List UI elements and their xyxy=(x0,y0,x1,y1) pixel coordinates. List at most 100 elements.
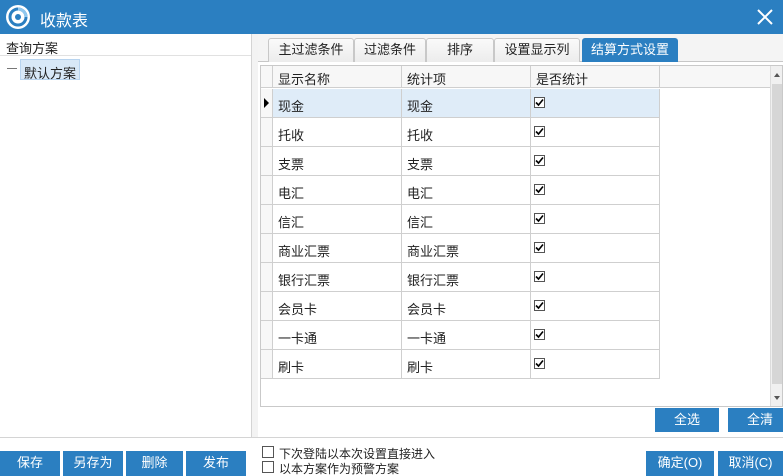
tree-item-default-scheme[interactable]: 默认方案 xyxy=(20,59,81,81)
row-indicator-cell[interactable] xyxy=(261,118,273,147)
grid-vertical-scrollbar[interactable] xyxy=(770,66,782,406)
include-checkbox[interactable] xyxy=(534,97,545,108)
cell-stat-item[interactable]: 信汇 xyxy=(402,205,531,234)
checkmark-icon xyxy=(535,98,544,107)
checkmark-icon xyxy=(535,185,544,194)
include-checkbox[interactable] xyxy=(534,242,545,253)
row-indicator-cell[interactable] xyxy=(261,89,273,118)
cell-include[interactable] xyxy=(531,176,660,205)
include-checkbox[interactable] xyxy=(534,126,545,137)
option-alert-scheme-checkbox[interactable] xyxy=(262,461,274,473)
checkmark-icon xyxy=(535,156,544,165)
checkmark-icon xyxy=(535,301,544,310)
include-checkbox[interactable] xyxy=(534,329,545,340)
tab-main-filter[interactable]: 主过滤条件 xyxy=(268,38,354,62)
include-checkbox[interactable] xyxy=(534,155,545,166)
scroll-up-arrow-icon[interactable] xyxy=(774,73,780,77)
table-row[interactable]: 会员卡 会员卡 xyxy=(261,292,661,321)
title-bar[interactable]: 收款表 xyxy=(0,0,783,34)
option-alert-scheme-label: 以本方案作为预警方案 xyxy=(279,462,400,476)
tab-settlement-method[interactable]: 结算方式设置 xyxy=(582,38,678,62)
settings-panel: 主过滤条件 过滤条件 排序 设置显示列 结算方式设置 显示名称 统计项 是否统计… xyxy=(258,34,783,437)
row-indicator-cell[interactable] xyxy=(261,350,273,379)
cell-stat-item[interactable]: 一卡通 xyxy=(402,321,531,350)
option-auto-enter-checkbox[interactable] xyxy=(262,446,274,458)
tab-filter[interactable]: 过滤条件 xyxy=(354,38,426,62)
cell-stat-item[interactable]: 电汇 xyxy=(402,176,531,205)
cell-display-name[interactable]: 支票 xyxy=(273,147,402,176)
table-row[interactable]: 信汇 信汇 xyxy=(261,205,661,234)
table-row[interactable]: 刷卡 刷卡 xyxy=(261,350,661,379)
select-all-button[interactable]: 全选 xyxy=(655,408,719,432)
save-as-button[interactable]: 另存为 xyxy=(63,451,123,476)
cell-display-name[interactable]: 银行汇票 xyxy=(273,263,402,292)
cell-stat-item[interactable]: 商业汇票 xyxy=(402,234,531,263)
table-row[interactable]: 商业汇票 商业汇票 xyxy=(261,234,661,263)
cell-display-name[interactable]: 托收 xyxy=(273,118,402,147)
cell-display-name[interactable]: 商业汇票 xyxy=(273,234,402,263)
cell-display-name[interactable]: 现金 xyxy=(273,89,402,118)
cell-stat-item[interactable]: 现金 xyxy=(402,89,531,118)
cell-include[interactable] xyxy=(531,205,660,234)
cell-display-name[interactable]: 刷卡 xyxy=(273,350,402,379)
clear-all-button[interactable]: 全清 xyxy=(728,408,783,432)
include-checkbox[interactable] xyxy=(534,300,545,311)
cell-display-name[interactable]: 一卡通 xyxy=(273,321,402,350)
row-indicator-cell[interactable] xyxy=(261,292,273,321)
cell-display-name[interactable]: 电汇 xyxy=(273,176,402,205)
tab-display-columns[interactable]: 设置显示列 xyxy=(494,38,580,62)
cell-include[interactable] xyxy=(531,118,660,147)
scroll-down-arrow-icon[interactable] xyxy=(774,396,780,400)
cell-display-name[interactable]: 会员卡 xyxy=(273,292,402,321)
cell-stat-item[interactable]: 银行汇票 xyxy=(402,263,531,292)
include-checkbox[interactable] xyxy=(534,271,545,282)
cell-include[interactable] xyxy=(531,89,660,118)
row-indicator-cell[interactable] xyxy=(261,321,273,350)
cell-stat-item[interactable]: 托收 xyxy=(402,118,531,147)
table-row[interactable]: 现金 现金 xyxy=(261,89,661,118)
table-row[interactable]: 支票 支票 xyxy=(261,147,661,176)
dialog-window: 收款表 查询方案 默认方案 主过滤条件 过滤条件 排序 设置显示列 结算方式设置… xyxy=(0,0,783,476)
row-indicator-cell[interactable] xyxy=(261,234,273,263)
scroll-thumb[interactable] xyxy=(772,84,782,384)
cell-include[interactable] xyxy=(531,147,660,176)
cell-stat-item[interactable]: 支票 xyxy=(402,147,531,176)
cell-include[interactable] xyxy=(531,292,660,321)
publish-button[interactable]: 发布 xyxy=(186,451,246,476)
cell-include[interactable] xyxy=(531,350,660,379)
ok-button[interactable]: 确定(O) xyxy=(646,451,714,476)
include-checkbox[interactable] xyxy=(534,358,545,369)
close-icon[interactable] xyxy=(751,3,779,31)
checkmark-icon xyxy=(535,359,544,368)
current-row-arrow-icon xyxy=(264,98,269,108)
tree-connector xyxy=(7,68,17,69)
cell-stat-item[interactable]: 刷卡 xyxy=(402,350,531,379)
cell-include[interactable] xyxy=(531,263,660,292)
tab-sort[interactable]: 排序 xyxy=(426,38,494,62)
close-button[interactable] xyxy=(751,3,779,31)
table-row[interactable]: 托收 托收 xyxy=(261,118,661,147)
column-header-include[interactable]: 是否统计 xyxy=(531,66,660,88)
cell-include[interactable] xyxy=(531,321,660,350)
row-indicator-cell[interactable] xyxy=(261,176,273,205)
cell-stat-item[interactable]: 会员卡 xyxy=(402,292,531,321)
row-indicator-cell[interactable] xyxy=(261,263,273,292)
row-indicator-cell[interactable] xyxy=(261,205,273,234)
column-header-stat-item[interactable]: 统计项 xyxy=(402,66,531,88)
include-checkbox[interactable] xyxy=(534,184,545,195)
column-header-display-name[interactable]: 显示名称 xyxy=(273,66,402,88)
table-row[interactable]: 电汇 电汇 xyxy=(261,176,661,205)
grid-header: 显示名称 统计项 是否统计 xyxy=(261,66,782,88)
table-row[interactable]: 银行汇票 银行汇票 xyxy=(261,263,661,292)
include-checkbox[interactable] xyxy=(534,213,545,224)
checkmark-icon xyxy=(535,214,544,223)
checkmark-icon xyxy=(535,330,544,339)
table-row[interactable]: 一卡通 一卡通 xyxy=(261,321,661,350)
save-button[interactable]: 保存 xyxy=(0,451,60,476)
row-indicator-cell[interactable] xyxy=(261,147,273,176)
cancel-button[interactable]: 取消(C) xyxy=(718,451,783,476)
delete-button[interactable]: 删除 xyxy=(126,451,183,476)
cell-display-name[interactable]: 信汇 xyxy=(273,205,402,234)
checkmark-icon xyxy=(535,272,544,281)
cell-include[interactable] xyxy=(531,234,660,263)
